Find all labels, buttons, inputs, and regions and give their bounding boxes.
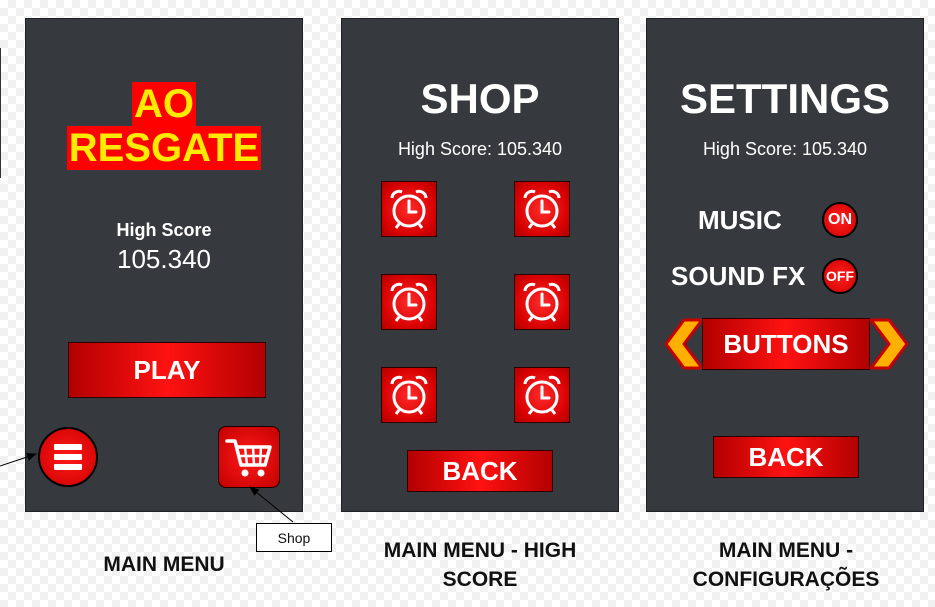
caption-configuracoes: MAIN MENU - CONFIGURAÇÕES xyxy=(640,536,932,594)
play-button[interactable]: PLAY xyxy=(68,342,266,398)
shopping-cart-icon xyxy=(225,439,272,477)
game-title-line2: RESGATE xyxy=(66,126,262,170)
caption-high-score-line2: SCORE xyxy=(442,568,518,591)
shop-title: SHOP xyxy=(420,75,540,122)
music-label: MUSIC xyxy=(698,205,782,235)
caption-config-line2: CONFIGURAÇÕES xyxy=(692,568,880,591)
shop-annotation-box: Shop xyxy=(256,523,332,552)
game-title: AO RESGATE xyxy=(26,81,302,171)
sound-fx-toggle[interactable]: OFF xyxy=(822,258,858,294)
alarm-clock-icon xyxy=(523,189,561,229)
alarm-clock-icon xyxy=(523,282,561,322)
caption-high-score-line1: MAIN MENU - HIGH xyxy=(383,539,577,562)
settings-back-label: BACK xyxy=(748,441,824,472)
shop-item-button[interactable] xyxy=(514,367,570,423)
caption-main-menu: MAIN MENU xyxy=(25,550,303,579)
play-button-label: PLAY xyxy=(133,354,201,385)
shop-item-button[interactable] xyxy=(381,367,437,423)
settings-back-button[interactable]: BACK xyxy=(713,436,859,478)
shop-item-button[interactable] xyxy=(514,181,570,237)
shop-item-button[interactable] xyxy=(514,274,570,330)
shop-cart-button[interactable] xyxy=(218,426,280,488)
shop-annotation-label: Shop xyxy=(277,529,311,546)
sound-fx-label: SOUND FX xyxy=(671,261,806,291)
menu-button[interactable] xyxy=(38,427,98,487)
shop-back-button[interactable]: BACK xyxy=(407,450,553,492)
settings-panel: SETTINGS High Score: 105.340 MUSIC ON SO… xyxy=(646,18,924,512)
caption-main-menu-text: MAIN MENU xyxy=(103,553,225,576)
game-title-line1: AO xyxy=(132,82,196,126)
left-edge-line xyxy=(0,48,1,178)
caption-config-line1: MAIN MENU - xyxy=(718,539,854,562)
music-toggle[interactable]: ON xyxy=(822,202,858,238)
shop-item-button[interactable] xyxy=(381,274,437,330)
settings-title: SETTINGS xyxy=(679,75,891,122)
arrow-left-button[interactable] xyxy=(664,318,704,370)
shop-high-score: High Score: 105.340 xyxy=(397,139,563,159)
music-toggle-state: ON xyxy=(828,211,852,228)
buttons-style-button[interactable]: BUTTONS xyxy=(702,318,870,370)
shop-item-button[interactable] xyxy=(381,181,437,237)
shop-back-label: BACK xyxy=(442,455,518,486)
buttons-style-label: BUTTONS xyxy=(723,328,849,359)
high-score-label: High Score xyxy=(116,220,212,240)
alarm-clock-icon xyxy=(523,375,561,415)
alarm-clock-icon xyxy=(390,189,428,229)
main-menu-panel: AO RESGATE High Score 105.340 PLAY xyxy=(25,18,303,512)
alarm-clock-icon xyxy=(390,375,428,415)
sound-fx-toggle-state: OFF xyxy=(826,268,854,284)
high-score-value: 105.340 xyxy=(117,244,211,274)
settings-high-score: High Score: 105.340 xyxy=(702,139,868,159)
hamburger-menu-icon xyxy=(54,444,82,470)
caption-high-score: MAIN MENU - HIGH SCORE xyxy=(330,536,630,594)
arrow-right-button[interactable] xyxy=(869,318,909,370)
alarm-clock-icon xyxy=(390,282,428,322)
shop-panel: SHOP High Score: 105.340 BACK xyxy=(341,18,619,512)
